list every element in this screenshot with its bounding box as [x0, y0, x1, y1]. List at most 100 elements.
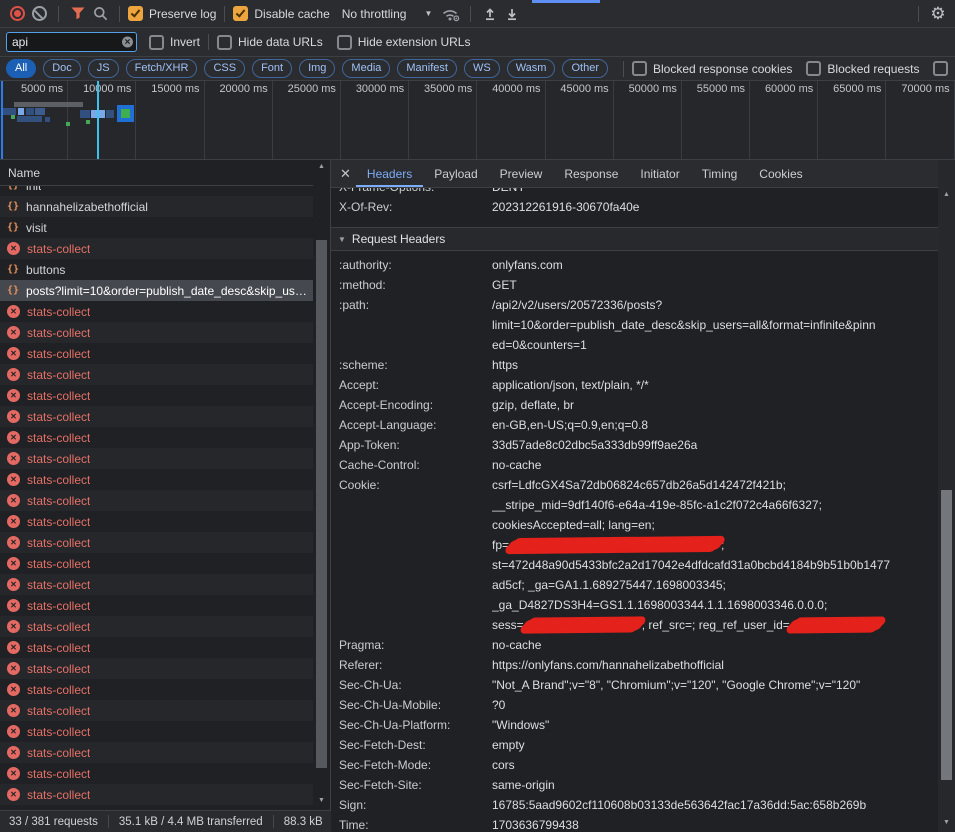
blocked-response-cookies-checkbox[interactable]: [632, 61, 647, 76]
filter-pill-img[interactable]: Img: [299, 59, 335, 78]
header-value-line: ed=0&counters=1: [492, 335, 930, 355]
request-row[interactable]: ✕stats-collect: [0, 763, 313, 784]
request-row[interactable]: {}buttons: [0, 259, 313, 280]
request-row[interactable]: {}init: [0, 186, 313, 196]
request-headers-section[interactable]: ▼ Request Headers: [331, 227, 938, 251]
request-row[interactable]: ✕stats-collect: [0, 448, 313, 469]
request-row[interactable]: ✕stats-collect: [0, 427, 313, 448]
hide-data-urls-toggle[interactable]: Hide data URLs: [217, 35, 323, 50]
network-summary-bar: 33 / 381 requests 35.1 kB / 4.4 MB trans…: [0, 810, 331, 832]
disable-cache-checkbox[interactable]: [233, 6, 248, 21]
scrollbar-thumb[interactable]: [941, 490, 952, 780]
hide-extension-urls-toggle[interactable]: Hide extension URLs: [337, 35, 471, 50]
request-name: stats-collect: [27, 494, 90, 508]
scroll-down-icon[interactable]: ▼: [313, 794, 330, 808]
blocked-requests-checkbox[interactable]: [806, 61, 821, 76]
request-row[interactable]: ✕stats-collect: [0, 616, 313, 637]
hide-extension-urls-checkbox[interactable]: [337, 35, 352, 50]
timeline-overview[interactable]: 5000 ms10000 ms15000 ms20000 ms25000 ms3…: [0, 81, 955, 160]
preserve-log-toggle[interactable]: Preserve log: [128, 6, 216, 21]
hide-extension-urls-label: Hide extension URLs: [358, 35, 471, 49]
filter-pill-fetch-xhr[interactable]: Fetch/XHR: [126, 59, 198, 78]
request-row[interactable]: {}visit: [0, 217, 313, 238]
header-row: :path:/api2/v2/users/20572336/posts?limi…: [331, 295, 938, 355]
filter-pill-css[interactable]: CSS: [204, 59, 245, 78]
scroll-down-icon[interactable]: ▼: [938, 816, 955, 830]
blocked-response-cookies-toggle[interactable]: Blocked response cookies: [632, 61, 792, 76]
filter-pill-doc[interactable]: Doc: [43, 59, 81, 78]
import-har-button[interactable]: [479, 3, 501, 25]
disable-cache-toggle[interactable]: Disable cache: [233, 6, 329, 21]
record-button[interactable]: [6, 3, 28, 25]
tab-cookies[interactable]: Cookies: [748, 160, 813, 187]
clear-filter-icon[interactable]: ✕: [122, 37, 133, 48]
tab-payload[interactable]: Payload: [423, 160, 488, 187]
export-har-button[interactable]: [501, 3, 523, 25]
tab-timing[interactable]: Timing: [691, 160, 749, 187]
request-row[interactable]: ✕stats-collect: [0, 532, 313, 553]
search-button[interactable]: [89, 3, 111, 25]
scrollbar-thumb[interactable]: [316, 240, 327, 768]
request-row[interactable]: ✕stats-collect: [0, 343, 313, 364]
invert-checkbox[interactable]: [149, 35, 164, 50]
detail-scrollbar[interactable]: ▲ ▼: [938, 160, 955, 832]
settings-button[interactable]: ⚙: [927, 3, 949, 25]
filter-pill-all[interactable]: All: [6, 59, 36, 78]
request-row[interactable]: ✕stats-collect: [0, 238, 313, 259]
request-row[interactable]: ✕stats-collect: [0, 511, 313, 532]
request-row[interactable]: ✕stats-collect: [0, 721, 313, 742]
filter-pill-manifest[interactable]: Manifest: [397, 59, 457, 78]
request-row[interactable]: ✕stats-collect: [0, 469, 313, 490]
filter-pill-wasm[interactable]: Wasm: [507, 59, 556, 78]
hide-data-urls-checkbox[interactable]: [217, 35, 232, 50]
waterfall-bar: [106, 110, 114, 118]
request-row[interactable]: ✕stats-collect: [0, 784, 313, 805]
close-icon[interactable]: ✕: [340, 166, 351, 182]
name-column-header[interactable]: Name: [0, 160, 330, 186]
filter-pill-ws[interactable]: WS: [464, 59, 500, 78]
throttling-select[interactable]: No throttling ▼: [342, 7, 433, 21]
preserve-log-checkbox[interactable]: [128, 6, 143, 21]
filter-pill-media[interactable]: Media: [342, 59, 390, 78]
tab-initiator[interactable]: Initiator: [629, 160, 690, 187]
request-row[interactable]: {}posts?limit=10&order=publish_date_desc…: [0, 280, 313, 301]
network-conditions-button[interactable]: [440, 3, 462, 25]
request-row[interactable]: ✕stats-collect: [0, 742, 313, 763]
request-row[interactable]: ✕stats-collect: [0, 637, 313, 658]
blocked-response-cookies-label: Blocked response cookies: [653, 62, 792, 76]
request-row[interactable]: ✕stats-collect: [0, 595, 313, 616]
header-row: Sec-Fetch-Mode:cors: [331, 755, 938, 775]
request-row[interactable]: ✕stats-collect: [0, 679, 313, 700]
request-row[interactable]: ✕stats-collect: [0, 301, 313, 322]
request-row[interactable]: ✕stats-collect: [0, 700, 313, 721]
request-row[interactable]: ✕stats-collect: [0, 574, 313, 595]
blocked-requests-toggle[interactable]: Blocked requests: [806, 61, 919, 76]
request-row[interactable]: ✕stats-collect: [0, 406, 313, 427]
toolbar-divider: [623, 61, 624, 77]
name-column-label: Name: [8, 166, 40, 180]
request-row[interactable]: ✕stats-collect: [0, 385, 313, 406]
request-row[interactable]: ✕stats-collect: [0, 658, 313, 679]
clear-log-button[interactable]: [28, 3, 50, 25]
tab-preview[interactable]: Preview: [489, 160, 554, 187]
filter-pill-other[interactable]: Other: [562, 59, 608, 78]
filter-button[interactable]: [67, 3, 89, 25]
third-party-requests-checkbox[interactable]: [933, 61, 948, 76]
invert-toggle[interactable]: Invert: [149, 35, 200, 50]
tab-response[interactable]: Response: [553, 160, 629, 187]
tab-headers[interactable]: Headers: [356, 160, 423, 187]
filter-pill-font[interactable]: Font: [252, 59, 292, 78]
request-list-scrollbar[interactable]: ▲ ▼: [313, 160, 330, 810]
request-row[interactable]: ✕stats-collect: [0, 364, 313, 385]
third-party-requests-toggle[interactable]: 3rd-party requests: [933, 61, 955, 76]
filter-pill-js[interactable]: JS: [88, 59, 119, 78]
waterfall-bar: [80, 110, 90, 118]
request-row[interactable]: ✕stats-collect: [0, 553, 313, 574]
scroll-up-icon[interactable]: ▲: [938, 188, 955, 202]
filter-input[interactable]: [6, 32, 137, 52]
request-name: stats-collect: [27, 410, 90, 424]
request-row[interactable]: ✕stats-collect: [0, 490, 313, 511]
request-row[interactable]: {}hannahelizabethofficial: [0, 196, 313, 217]
scroll-up-icon[interactable]: ▲: [313, 160, 330, 174]
request-row[interactable]: ✕stats-collect: [0, 322, 313, 343]
